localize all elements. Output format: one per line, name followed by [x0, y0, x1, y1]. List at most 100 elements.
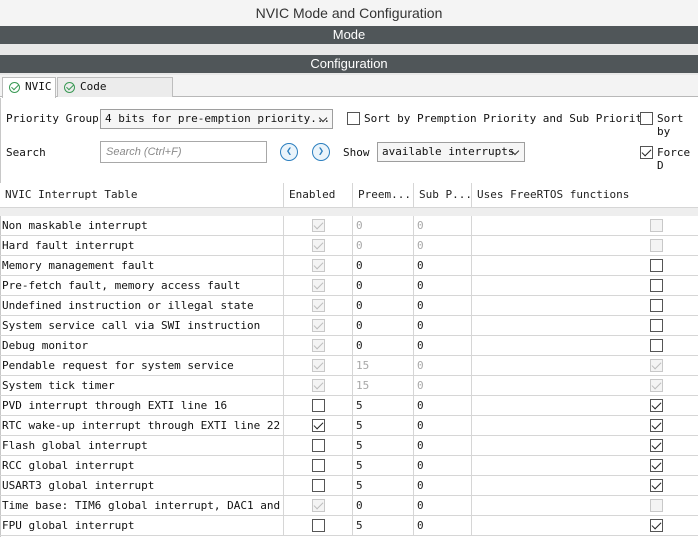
sub-priority-cell: 0 [414, 376, 472, 396]
preemption-priority-cell[interactable]: 0 [353, 336, 414, 356]
sub-priority-cell[interactable]: 0 [414, 276, 472, 296]
interrupt-name: Flash global interrupt [0, 436, 284, 456]
enabled-checkbox [312, 219, 325, 232]
table-row[interactable]: Time base: TIM6 global interrupt, DAC1 a… [0, 496, 698, 516]
table-row[interactable]: FPU global interrupt 5 0 [0, 516, 698, 536]
sort-premption-checkbox[interactable] [347, 112, 360, 125]
column-enabled[interactable]: Enabled [284, 183, 353, 208]
freertos-checkbox [650, 379, 663, 392]
preemption-priority-cell[interactable]: 5 [353, 476, 414, 496]
sub-priority-cell[interactable]: 0 [414, 516, 472, 536]
table-row[interactable]: RCC global interrupt 5 0 [0, 456, 698, 476]
column-uses-freertos[interactable]: Uses FreeRTOS functions [472, 183, 698, 208]
table-row[interactable]: Flash global interrupt 5 0 [0, 436, 698, 456]
table-row[interactable]: Undefined instruction or illegal state 0 0 [0, 296, 698, 316]
tab-code-generation[interactable]: Code generation [57, 77, 173, 111]
enabled-cell [284, 396, 353, 416]
freertos-checkbox[interactable] [650, 339, 663, 352]
freertos-checkbox[interactable] [650, 259, 663, 272]
interrupt-name: Undefined instruction or illegal state [0, 296, 284, 316]
preemption-priority-cell: 0 [353, 216, 414, 236]
column-preemption-priority[interactable]: Preem... [353, 183, 414, 208]
enabled-cell [284, 296, 353, 316]
freertos-cell [472, 356, 698, 376]
preemption-priority-cell[interactable]: 0 [353, 496, 414, 516]
interrupt-name: System tick timer [0, 376, 284, 396]
preemption-priority-cell[interactable]: 5 [353, 436, 414, 456]
enabled-checkbox [312, 259, 325, 272]
table-row[interactable]: PVD interrupt through EXTI line 16 5 0 [0, 396, 698, 416]
enabled-checkbox[interactable] [312, 439, 325, 452]
preemption-priority-cell[interactable]: 0 [353, 276, 414, 296]
preemption-priority-cell[interactable]: 5 [353, 456, 414, 476]
table-row[interactable]: Debug monitor 0 0 [0, 336, 698, 356]
force-label: Force D [657, 146, 691, 172]
enabled-cell [284, 496, 353, 516]
table-row[interactable]: Pendable request for system service 15 0 [0, 356, 698, 376]
freertos-checkbox[interactable] [650, 299, 663, 312]
sub-priority-cell[interactable]: 0 [414, 316, 472, 336]
column-sub-priority[interactable]: Sub P... [414, 183, 472, 208]
table-row[interactable]: Non maskable interrupt 0 0 [0, 216, 698, 236]
sub-priority-cell[interactable]: 0 [414, 336, 472, 356]
enabled-cell [284, 356, 353, 376]
sub-priority-cell[interactable]: 0 [414, 296, 472, 316]
search-previous-button[interactable]: ❮ [280, 143, 298, 161]
table-row[interactable]: USART3 global interrupt 5 0 [0, 476, 698, 496]
freertos-checkbox[interactable] [650, 439, 663, 452]
freertos-checkbox [650, 359, 663, 372]
enabled-checkbox [312, 279, 325, 292]
enabled-checkbox[interactable] [312, 519, 325, 532]
sub-priority-cell[interactable]: 0 [414, 436, 472, 456]
preemption-priority-cell[interactable]: 5 [353, 396, 414, 416]
freertos-checkbox[interactable] [650, 399, 663, 412]
enabled-cell [284, 436, 353, 456]
tab-nvic[interactable]: NVIC [2, 77, 56, 98]
sub-priority-cell[interactable]: 0 [414, 496, 472, 516]
column-interrupt-table[interactable]: NVIC Interrupt Table [0, 183, 284, 208]
priority-group-select[interactable]: 4 bits for pre-emption priority... [100, 109, 333, 129]
enabled-checkbox[interactable] [312, 459, 325, 472]
preemption-priority-cell[interactable]: 5 [353, 516, 414, 536]
freertos-checkbox[interactable] [650, 519, 663, 532]
search-next-button[interactable]: ❯ [312, 143, 330, 161]
preemption-priority-cell[interactable]: 0 [353, 256, 414, 276]
sub-priority-cell[interactable]: 0 [414, 476, 472, 496]
enabled-checkbox[interactable] [312, 399, 325, 412]
table-row[interactable]: Hard fault interrupt 0 0 [0, 236, 698, 256]
table-row[interactable]: System service call via SWI instruction 0… [0, 316, 698, 336]
freertos-cell [472, 296, 698, 316]
sub-priority-cell[interactable]: 0 [414, 456, 472, 476]
priority-group-label: Priority Group [6, 112, 99, 125]
sub-priority-cell[interactable]: 0 [414, 256, 472, 276]
freertos-checkbox[interactable] [650, 459, 663, 472]
show-filter-select[interactable]: available interrupts [377, 142, 525, 162]
interrupt-name: Debug monitor [0, 336, 284, 356]
sort-by-checkbox[interactable] [640, 112, 653, 125]
force-checkbox[interactable] [640, 146, 653, 159]
freertos-cell [472, 416, 698, 436]
table-row[interactable]: System tick timer 15 0 [0, 376, 698, 396]
table-row[interactable]: Pre-fetch fault, memory access fault 0 0 [0, 276, 698, 296]
preemption-priority-cell[interactable]: 0 [353, 296, 414, 316]
preemption-priority-cell[interactable]: 5 [353, 416, 414, 436]
sub-priority-cell[interactable]: 0 [414, 396, 472, 416]
freertos-checkbox[interactable] [650, 319, 663, 332]
enabled-checkbox[interactable] [312, 419, 325, 432]
mode-section-header[interactable]: Mode [0, 26, 698, 44]
enabled-checkbox [312, 379, 325, 392]
freertos-checkbox[interactable] [650, 419, 663, 432]
interrupt-name: Non maskable interrupt [0, 216, 284, 236]
enabled-checkbox[interactable] [312, 479, 325, 492]
table-row[interactable]: RTC wake-up interrupt through EXTI line … [0, 416, 698, 436]
freertos-checkbox[interactable] [650, 479, 663, 492]
freertos-cell [472, 476, 698, 496]
preemption-priority-cell[interactable]: 0 [353, 316, 414, 336]
search-input[interactable] [100, 141, 267, 163]
check-circle-icon [9, 82, 20, 93]
sub-priority-cell[interactable]: 0 [414, 416, 472, 436]
configuration-section-header[interactable]: Configuration [0, 55, 698, 73]
table-row[interactable]: Memory management fault 0 0 [0, 256, 698, 276]
freertos-checkbox[interactable] [650, 279, 663, 292]
freertos-checkbox [650, 219, 663, 232]
